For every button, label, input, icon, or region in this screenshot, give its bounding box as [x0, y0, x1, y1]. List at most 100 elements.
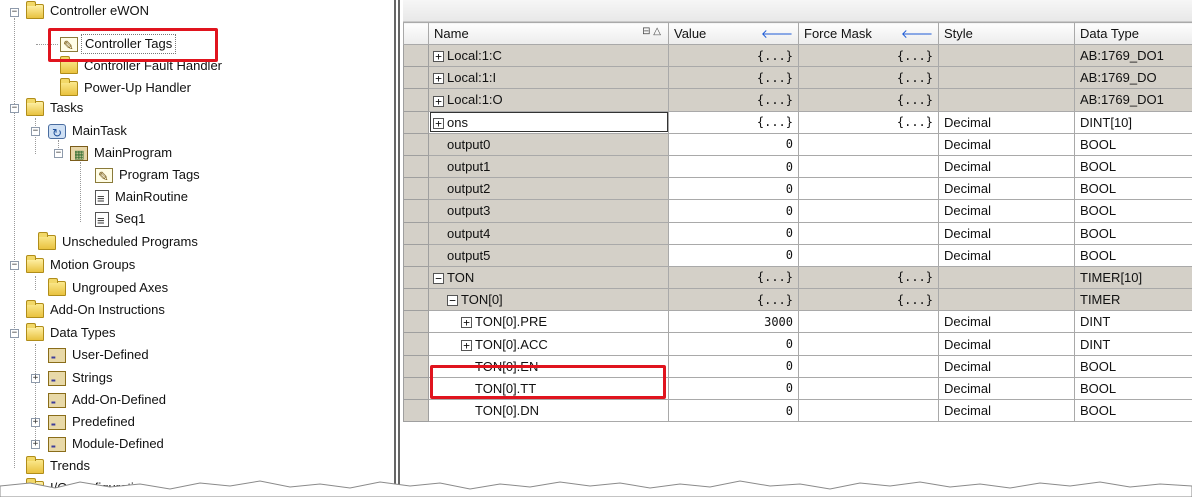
data-type-cell[interactable]: BOOL — [1074, 376, 1192, 401]
tag-row[interactable]: − TON[0] {...} {...} TIMER — [403, 288, 1192, 312]
tag-name-cell[interactable]: − TON — [428, 265, 669, 290]
expand-icon[interactable]: + — [461, 317, 472, 329]
row-selector[interactable] — [403, 398, 429, 423]
tag-row[interactable]: + TON[0].PRE 3000 Decimal DINT — [403, 310, 1192, 334]
tag-value-cell[interactable]: 0 — [668, 332, 799, 356]
force-mask-cell[interactable]: {...} — [798, 88, 939, 112]
tree-item-strings[interactable]: Strings — [48, 367, 115, 392]
tag-name-cell[interactable]: TON[0].EN — [428, 354, 669, 378]
collapse-toggle[interactable]: − — [10, 329, 19, 338]
expand-icon[interactable]: + — [433, 95, 444, 107]
data-type-cell[interactable]: DINT — [1074, 332, 1192, 356]
tag-row[interactable]: + Local:1:O {...} {...} AB:1769_DO1 — [403, 88, 1192, 112]
data-type-cell[interactable]: AB:1769_DO1 — [1074, 43, 1192, 68]
tree-item-module-defined[interactable]: Module-Defined — [48, 433, 167, 458]
tag-name-cell[interactable]: + Local:1:I — [428, 66, 669, 90]
row-selector[interactable] — [403, 154, 429, 179]
expand-icon[interactable]: + — [433, 51, 444, 63]
row-selector[interactable] — [403, 199, 429, 223]
tag-value-cell[interactable]: 3000 — [668, 310, 799, 334]
tree-item-powerup-handler[interactable]: Power-Up Handler — [60, 77, 194, 99]
tag-name-cell[interactable]: output5 — [428, 243, 669, 267]
tag-value-cell[interactable]: {...} — [668, 66, 799, 90]
tag-name-cell[interactable]: output1 — [428, 154, 669, 179]
force-mask-cell[interactable] — [798, 221, 939, 245]
row-selector[interactable] — [403, 243, 429, 267]
tag-value-cell[interactable]: 0 — [668, 154, 799, 179]
tag-row[interactable]: + Local:1:I {...} {...} AB:1769_DO — [403, 66, 1192, 90]
tree-item-add-on-instructions[interactable]: Add-On Instructions — [26, 299, 168, 321]
tag-name-cell[interactable]: + ons — [428, 110, 669, 134]
style-cell[interactable]: Decimal — [938, 332, 1075, 356]
tag-name-cell[interactable]: − TON[0] — [428, 288, 669, 312]
tag-row[interactable]: TON[0].DN 0 Decimal BOOL — [403, 398, 1192, 423]
row-selector[interactable] — [403, 376, 429, 401]
tag-row[interactable]: output1 0 Decimal BOOL — [403, 154, 1192, 179]
column-header-value[interactable]: Value 🡐 — [668, 22, 799, 45]
row-selector[interactable] — [403, 177, 429, 201]
tree-item-motion-groups[interactable]: Motion Groups — [26, 254, 138, 276]
tag-row[interactable]: + Local:1:C {...} {...} AB:1769_DO1 — [403, 43, 1192, 68]
tag-row[interactable]: output4 0 Decimal BOOL — [403, 221, 1192, 245]
row-selector[interactable] — [403, 110, 429, 134]
collapse-toggle[interactable]: − — [31, 127, 40, 136]
tree-item-data-types[interactable]: Data Types — [26, 322, 119, 344]
tree-item-unscheduled-programs[interactable]: Unscheduled Programs — [38, 231, 201, 253]
row-selector[interactable] — [403, 43, 429, 68]
row-selector[interactable] — [403, 265, 429, 290]
tag-row[interactable]: − TON {...} {...} TIMER[10] — [403, 265, 1192, 290]
tag-name-cell[interactable]: output2 — [428, 177, 669, 201]
pane-splitter[interactable] — [392, 0, 403, 497]
data-type-cell[interactable]: BOOL — [1074, 354, 1192, 378]
style-cell[interactable] — [938, 43, 1075, 68]
data-type-cell[interactable]: BOOL — [1074, 221, 1192, 245]
collapse-toggle[interactable]: − — [10, 8, 19, 17]
data-type-cell[interactable]: BOOL — [1074, 243, 1192, 267]
style-cell[interactable] — [938, 88, 1075, 112]
tree-item-seq1[interactable]: Seq1 — [95, 208, 148, 232]
force-mask-cell[interactable]: {...} — [798, 43, 939, 68]
tree-item-fault-handler[interactable]: Controller Fault Handler — [60, 55, 225, 77]
style-cell[interactable]: Decimal — [938, 132, 1075, 156]
expand-toggle[interactable]: + — [31, 418, 40, 427]
data-type-cell[interactable]: AB:1769_DO1 — [1074, 88, 1192, 112]
force-mask-cell[interactable] — [798, 398, 939, 423]
tree-item-add-on-defined[interactable]: Add-On-Defined — [48, 389, 169, 414]
collapse-icon[interactable]: − — [447, 295, 458, 307]
tag-value-cell[interactable]: 0 — [668, 398, 799, 423]
style-cell[interactable]: Decimal — [938, 177, 1075, 201]
expand-icon[interactable]: + — [461, 339, 472, 351]
force-mask-cell[interactable] — [798, 354, 939, 378]
collapse-toggle[interactable]: − — [10, 261, 19, 270]
collapse-icon[interactable]: − — [433, 273, 444, 285]
row-selector[interactable] — [403, 354, 429, 378]
data-type-cell[interactable]: DINT[10] — [1074, 110, 1192, 134]
data-type-cell[interactable]: TIMER[10] — [1074, 265, 1192, 290]
tag-name-cell[interactable]: + Local:1:C — [428, 43, 669, 68]
tree-item-predefined[interactable]: Predefined — [48, 411, 138, 436]
style-cell[interactable]: Decimal — [938, 376, 1075, 401]
tree-item-controller[interactable]: Controller eWON — [26, 0, 152, 22]
style-cell[interactable]: Decimal — [938, 110, 1075, 134]
force-mask-cell[interactable] — [798, 177, 939, 201]
style-cell[interactable]: Decimal — [938, 398, 1075, 423]
tag-value-cell[interactable]: 0 — [668, 132, 799, 156]
tag-name-cell[interactable]: output4 — [428, 221, 669, 245]
collapse-toggle[interactable]: − — [10, 104, 19, 113]
row-selector[interactable] — [403, 288, 429, 312]
style-cell[interactable]: Decimal — [938, 221, 1075, 245]
tag-value-cell[interactable]: {...} — [668, 43, 799, 68]
tag-name-cell[interactable]: + Local:1:O — [428, 88, 669, 112]
tag-name-cell[interactable]: TON[0].TT — [428, 376, 669, 401]
tree-item-ungrouped-axes[interactable]: Ungrouped Axes — [48, 277, 171, 299]
force-mask-cell[interactable] — [798, 243, 939, 267]
data-type-cell[interactable]: DINT — [1074, 310, 1192, 334]
tag-value-cell[interactable]: 0 — [668, 243, 799, 267]
style-cell[interactable]: Decimal — [938, 199, 1075, 223]
data-type-cell[interactable]: BOOL — [1074, 132, 1192, 156]
tag-value-cell[interactable]: 0 — [668, 376, 799, 401]
tag-value-cell[interactable]: 0 — [668, 199, 799, 223]
tag-value-cell[interactable]: 0 — [668, 177, 799, 201]
style-cell[interactable]: Decimal — [938, 310, 1075, 334]
row-selector[interactable] — [403, 221, 429, 245]
